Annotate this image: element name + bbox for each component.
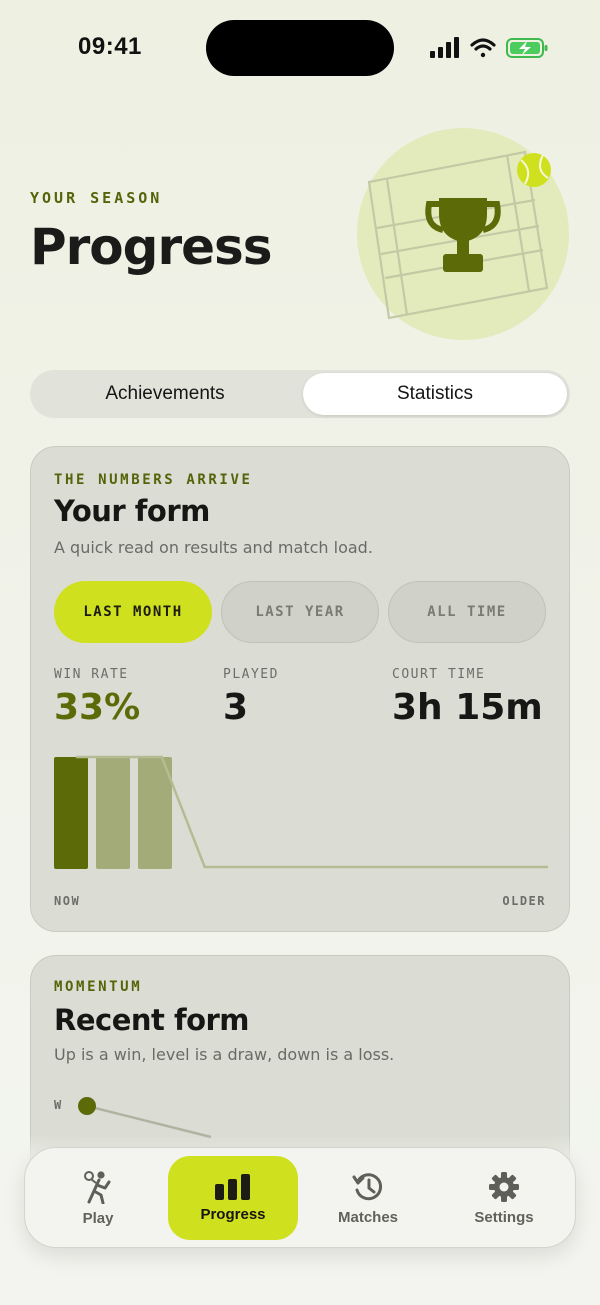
momentum-win-label: W <box>54 1098 63 1112</box>
status-bar: 09:41 <box>0 0 600 96</box>
history-icon <box>352 1172 383 1200</box>
bar-chart-icon <box>215 1173 250 1200</box>
tab-statistics[interactable]: Statistics <box>303 373 567 415</box>
nav-settings[interactable]: Settings <box>449 1156 559 1240</box>
chart-bar <box>96 757 130 869</box>
battery-icon <box>506 38 548 58</box>
range-last-month-button[interactable]: LAST MONTH <box>54 581 212 643</box>
win-rate-value: 33% <box>54 687 141 728</box>
dynamic-island <box>206 20 394 76</box>
status-time: 09:41 <box>78 33 142 60</box>
form-card: THE NUMBERS ARRIVE Your form A quick rea… <box>30 446 570 932</box>
played-value: 3 <box>223 687 249 728</box>
form-chart <box>54 755 548 869</box>
status-icons <box>430 37 548 58</box>
nav-play-label: Play <box>82 1209 114 1227</box>
form-card-subtitle: A quick read on results and match load. <box>54 538 373 557</box>
momentum-card-subtitle: Up is a win, level is a draw, down is a … <box>54 1045 395 1064</box>
nav-matches-label: Matches <box>337 1208 399 1226</box>
tennis-player-icon <box>84 1170 111 1204</box>
range-all-time-button[interactable]: ALL TIME <box>388 581 546 643</box>
nav-progress-label: Progress <box>200 1205 266 1223</box>
chart-bar <box>54 757 88 869</box>
form-card-title: Your form <box>54 494 210 528</box>
axis-end-label: OLDER <box>502 894 546 908</box>
axis-start-label: NOW <box>54 894 81 908</box>
momentum-card-title: Recent form <box>54 1003 250 1037</box>
gear-icon <box>489 1171 519 1202</box>
chart-bar <box>138 757 172 869</box>
nav-play[interactable]: Play <box>43 1156 153 1240</box>
hero-illustration <box>357 128 569 340</box>
page-title: Progress <box>30 218 273 276</box>
played-label: PLAYED <box>223 667 279 682</box>
win-rate-label: WIN RATE <box>54 667 129 682</box>
court-time-label: COURT TIME <box>392 667 486 682</box>
nav-settings-label: Settings <box>474 1208 534 1226</box>
form-card-eyebrow: THE NUMBERS ARRIVE <box>54 472 253 488</box>
bottom-nav: Play Progress Matches Settings <box>24 1147 576 1248</box>
nav-matches[interactable]: Matches <box>313 1156 423 1240</box>
court-time-value: 3h 15m <box>392 687 543 728</box>
momentum-point <box>78 1097 96 1115</box>
wifi-icon <box>470 38 496 58</box>
nav-progress[interactable]: Progress <box>168 1156 298 1240</box>
signal-icon <box>430 37 459 58</box>
range-last-year-button[interactable]: LAST YEAR <box>221 581 379 643</box>
tab-achievements[interactable]: Achievements <box>33 373 297 415</box>
section-tabs: Achievements Statistics <box>30 370 570 418</box>
tennis-ball-icon <box>517 153 551 187</box>
header-eyebrow: YOUR SEASON <box>30 189 163 207</box>
momentum-card-eyebrow: MOMENTUM <box>54 979 143 995</box>
